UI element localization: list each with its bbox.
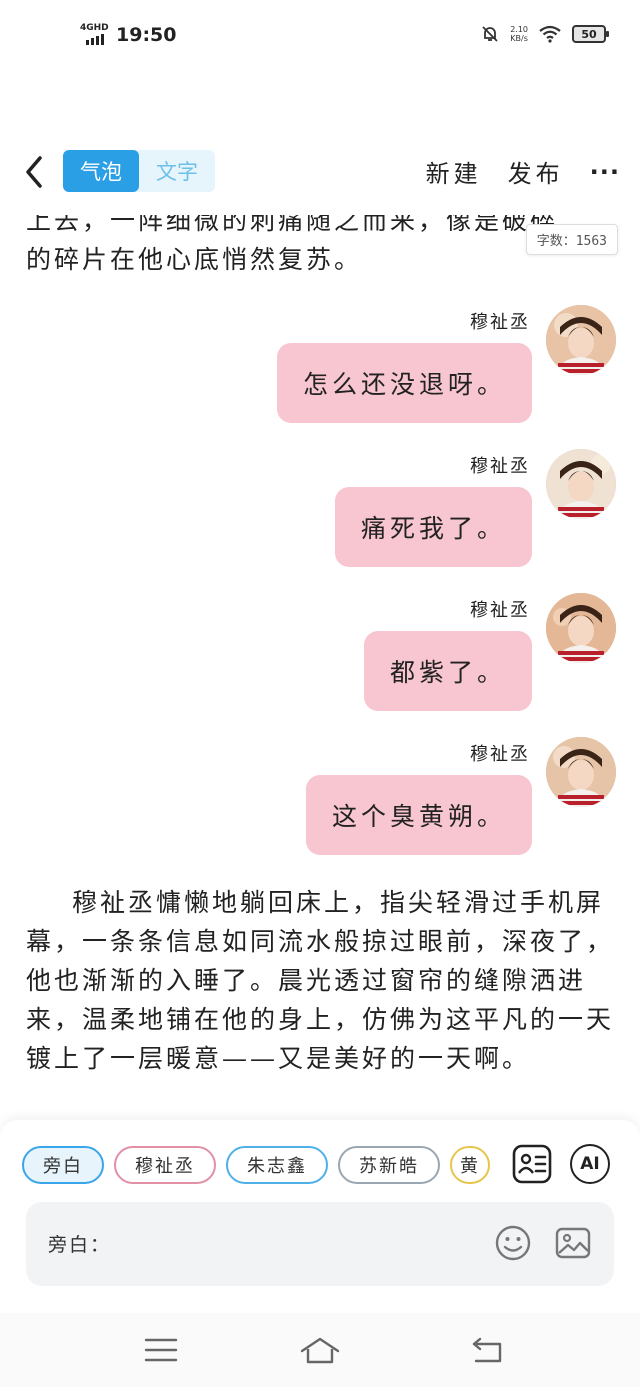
battery-icon: 50 bbox=[572, 25, 609, 43]
back-icon[interactable] bbox=[466, 1335, 508, 1365]
publish-button[interactable]: 发布 bbox=[508, 154, 564, 189]
narration-paragraph[interactable]: 穆祉丞慵懒地躺回床上，指尖轻滑过手机屏幕，一条条信息如同流水般掠过眼前，深夜了，… bbox=[26, 883, 621, 1078]
menu-icon[interactable] bbox=[140, 1335, 182, 1365]
network-speed: 2.10 KB/s bbox=[510, 25, 528, 43]
message-bubble[interactable]: 痛死我了。 bbox=[334, 487, 532, 567]
message-bubble[interactable]: 这个臭黄朔。 bbox=[305, 775, 532, 855]
chevron-left-icon[interactable] bbox=[20, 152, 48, 192]
message-bubble[interactable]: 怎么还没退呀。 bbox=[276, 343, 532, 423]
character-chip[interactable]: 黄 bbox=[450, 1146, 490, 1184]
speed-value: 2.10 bbox=[510, 25, 528, 34]
clock: 19:50 bbox=[116, 24, 177, 46]
mute-bell-icon bbox=[482, 26, 498, 42]
character-chip[interactable]: 苏新皓 bbox=[338, 1146, 440, 1184]
more-dots-icon[interactable]: ··· bbox=[590, 158, 620, 186]
character-chip[interactable]: 朱志鑫 bbox=[226, 1146, 328, 1184]
editor-toolbar: 气泡 文字 新建 发布 ··· bbox=[0, 140, 640, 215]
network-type: 4GHD bbox=[80, 23, 109, 33]
signal-icon: 4GHD bbox=[80, 23, 110, 45]
speaker-name: 穆祉丞 bbox=[470, 744, 530, 765]
speaker-name: 穆祉丞 bbox=[470, 456, 530, 477]
avatar[interactable] bbox=[546, 737, 616, 807]
message-bubble[interactable]: 都紫了。 bbox=[363, 631, 532, 711]
character-selector: 旁白 穆祉丞 朱志鑫 苏新皓黄 bbox=[22, 1146, 492, 1186]
character-chip-narrator[interactable]: 旁白 bbox=[22, 1146, 104, 1184]
status-bar: 4GHD 19:50 2.10 KB/s 50 bbox=[0, 0, 640, 70]
character-chip[interactable]: 穆祉丞 bbox=[114, 1146, 216, 1184]
contact-card-icon[interactable] bbox=[512, 1144, 552, 1184]
ai-button[interactable]: AI bbox=[570, 1144, 610, 1184]
word-count-badge: 字数：1563 bbox=[525, 224, 618, 255]
input-panel: 旁白 穆祉丞 朱志鑫 苏新皓黄 AI 旁白： bbox=[0, 1120, 640, 1313]
smiley-icon[interactable] bbox=[494, 1224, 532, 1262]
dialogue-input[interactable]: 旁白： bbox=[26, 1202, 614, 1286]
mode-switch: 气泡 文字 bbox=[63, 150, 215, 192]
speaker-name: 穆祉丞 bbox=[470, 600, 530, 621]
home-icon[interactable] bbox=[299, 1335, 341, 1365]
battery-level: 50 bbox=[581, 27, 597, 41]
image-icon[interactable] bbox=[554, 1224, 592, 1262]
avatar[interactable] bbox=[546, 305, 616, 375]
tab-bubble[interactable]: 气泡 bbox=[63, 150, 139, 192]
story-content[interactable]: 上去，一阵细微的刺痛随之而来，像是破碎 的碎片在他心底悄然复苏。 字数：1563… bbox=[0, 215, 640, 1120]
paragraph-text: 穆祉丞慵懒地躺回床上，指尖轻滑过手机屏幕，一条条信息如同流水般掠过眼前，深夜了，… bbox=[26, 888, 615, 1073]
tab-text[interactable]: 文字 bbox=[139, 150, 215, 192]
avatar[interactable] bbox=[546, 593, 616, 663]
input-speaker-label: 旁白： bbox=[48, 1234, 112, 1256]
speaker-name: 穆祉丞 bbox=[470, 312, 530, 333]
speed-unit: KB/s bbox=[510, 34, 528, 43]
avatar[interactable] bbox=[546, 449, 616, 519]
system-nav-bar bbox=[0, 1313, 640, 1387]
wifi-icon bbox=[539, 25, 561, 43]
new-button[interactable]: 新建 bbox=[426, 154, 482, 189]
